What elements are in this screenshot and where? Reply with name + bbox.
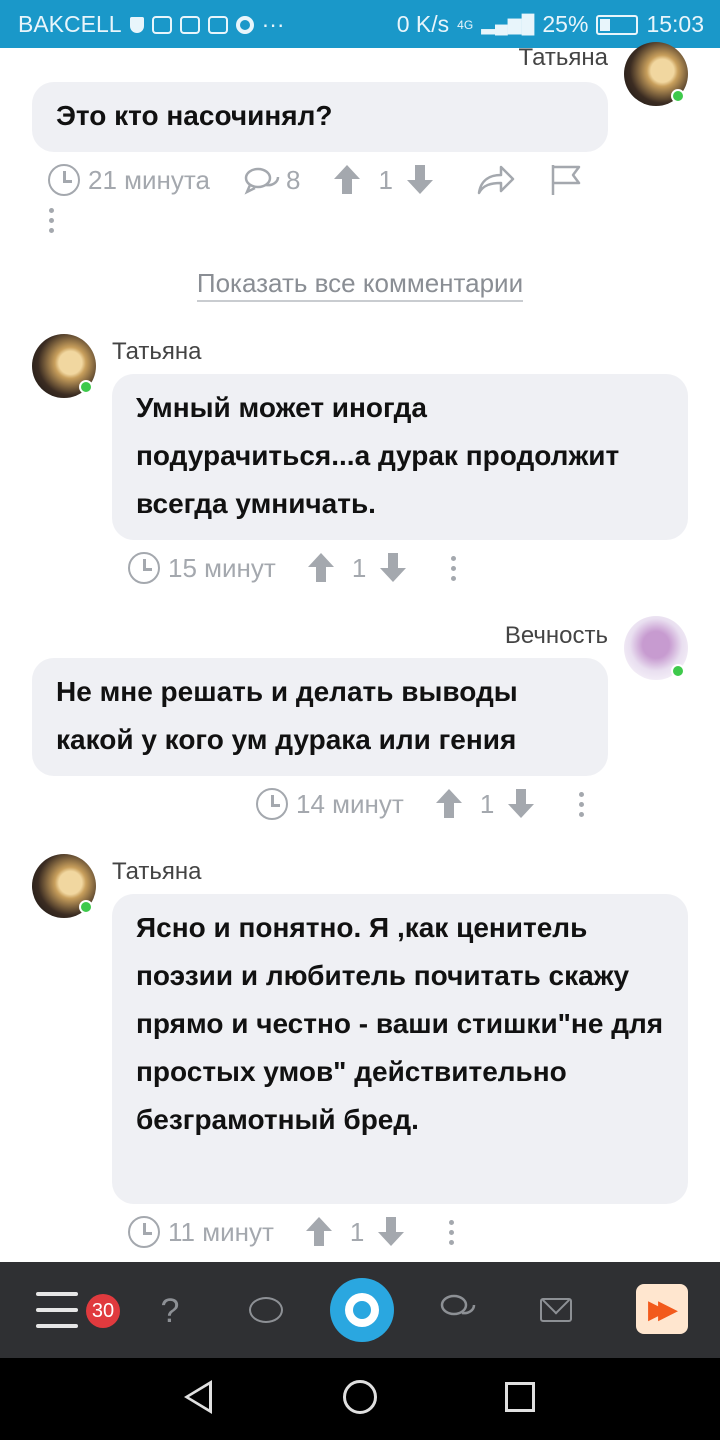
- discussions-icon[interactable]: [438, 1292, 478, 1328]
- downvote-icon[interactable]: [380, 553, 407, 583]
- comment-time: 11 минут: [168, 1216, 274, 1247]
- upvote-icon[interactable]: [307, 553, 334, 583]
- more-options-button[interactable]: [46, 200, 56, 240]
- flag-icon[interactable]: [549, 163, 583, 197]
- comment-bubble: Ясно и понятно. Я ,как ценитель поэзии и…: [112, 894, 688, 1204]
- bus-icon: [151, 15, 172, 34]
- share-icon[interactable]: [477, 165, 515, 195]
- home-icon[interactable]: [343, 1380, 377, 1414]
- battery-icon: [596, 14, 639, 35]
- comment-author[interactable]: Татьяна: [519, 44, 609, 72]
- downvote-icon[interactable]: [406, 165, 433, 195]
- chrome-icon: [235, 15, 254, 34]
- more-options-icon[interactable]: [448, 555, 458, 581]
- online-indicator: [671, 664, 685, 678]
- carrier-label: BAKCELL: [18, 11, 122, 37]
- rating-count: 1: [479, 788, 495, 819]
- app-logo-icon[interactable]: [330, 1278, 394, 1342]
- rating-count: 1: [351, 552, 367, 583]
- comment-bubble: Не мне решать и делать выводы какой у ко…: [32, 658, 608, 776]
- downvote-icon[interactable]: [378, 1217, 405, 1247]
- show-all-comments-label[interactable]: Показать все комментарии: [196, 268, 524, 302]
- upvote-icon[interactable]: [334, 165, 361, 195]
- chat-icon[interactable]: [246, 1292, 286, 1328]
- more-options-icon[interactable]: [446, 1219, 456, 1245]
- clock-icon: [256, 788, 288, 820]
- comment-author[interactable]: Татьяна: [112, 338, 202, 366]
- comment-text: Это кто насочинял?: [56, 100, 333, 131]
- bus-icon: [179, 15, 200, 34]
- online-indicator: [671, 89, 685, 103]
- system-navigation-bar: [0, 1358, 720, 1440]
- comment-text: Ясно и понятно. Я ,как ценитель поэзии и…: [136, 912, 664, 1135]
- downvote-icon[interactable]: [508, 789, 535, 819]
- clock-icon: [48, 164, 80, 196]
- rating-count: 1: [378, 164, 393, 195]
- network-type: 4G: [457, 17, 474, 32]
- notification-badge[interactable]: 30: [86, 1294, 120, 1328]
- comment-author[interactable]: Татьяна: [112, 858, 202, 886]
- comment-author[interactable]: Вечность: [505, 622, 608, 650]
- more-options-icon[interactable]: [46, 207, 56, 233]
- comment-meta: 21 минута 8 1: [48, 160, 583, 200]
- status-bar: BAKCELL ··· 0 K/s 4G ▂▄▆█ 25% 15:03: [0, 0, 720, 48]
- comment-meta: 14 минут 1: [256, 784, 586, 824]
- fast-forward-icon[interactable]: ▶▶: [636, 1284, 688, 1334]
- comment-bubble: Умный может иногда подурачиться...а дура…: [112, 374, 688, 540]
- mail-icon[interactable]: [536, 1292, 576, 1328]
- comment-text: Умный может иногда подурачиться...а дура…: [136, 392, 620, 519]
- online-indicator: [79, 380, 93, 394]
- signal-icon: ▂▄▆█: [481, 14, 535, 34]
- replies-count[interactable]: 8: [286, 165, 300, 196]
- clock-time: 15:03: [646, 11, 704, 37]
- bottom-navigation: 30 ? ▶▶: [0, 1262, 720, 1358]
- comment-time: 21 минута: [88, 164, 210, 195]
- clock-icon: [128, 552, 160, 584]
- bus-icon: [207, 15, 228, 34]
- net-speed: 0 K/s: [396, 11, 450, 37]
- upvote-icon[interactable]: [305, 1217, 332, 1247]
- more-notifications-icon: ···: [261, 11, 285, 37]
- comment-meta: 15 минут 1: [128, 548, 458, 588]
- recent-apps-icon[interactable]: [505, 1382, 535, 1412]
- menu-icon[interactable]: [36, 1292, 78, 1328]
- comment-bubble: Это кто насочинял?: [32, 82, 608, 152]
- battery-percent: 25%: [542, 11, 589, 37]
- shield-icon: [129, 16, 144, 33]
- upvote-icon[interactable]: [435, 789, 462, 819]
- rating-count: 1: [349, 1216, 365, 1247]
- show-all-comments-link[interactable]: Показать все комментарии: [0, 268, 720, 302]
- clock-icon: [128, 1216, 160, 1248]
- comment-text: Не мне решать и делать выводы какой у ко…: [56, 676, 518, 755]
- comment-time: 15 минут: [168, 552, 276, 583]
- help-icon[interactable]: ?: [150, 1292, 190, 1330]
- back-icon[interactable]: [184, 1380, 212, 1414]
- online-indicator: [79, 900, 93, 914]
- comment-meta: 11 минут 1: [128, 1212, 456, 1252]
- comment-time: 14 минут: [296, 788, 404, 819]
- more-options-icon[interactable]: [576, 791, 586, 817]
- replies-icon[interactable]: [244, 165, 280, 195]
